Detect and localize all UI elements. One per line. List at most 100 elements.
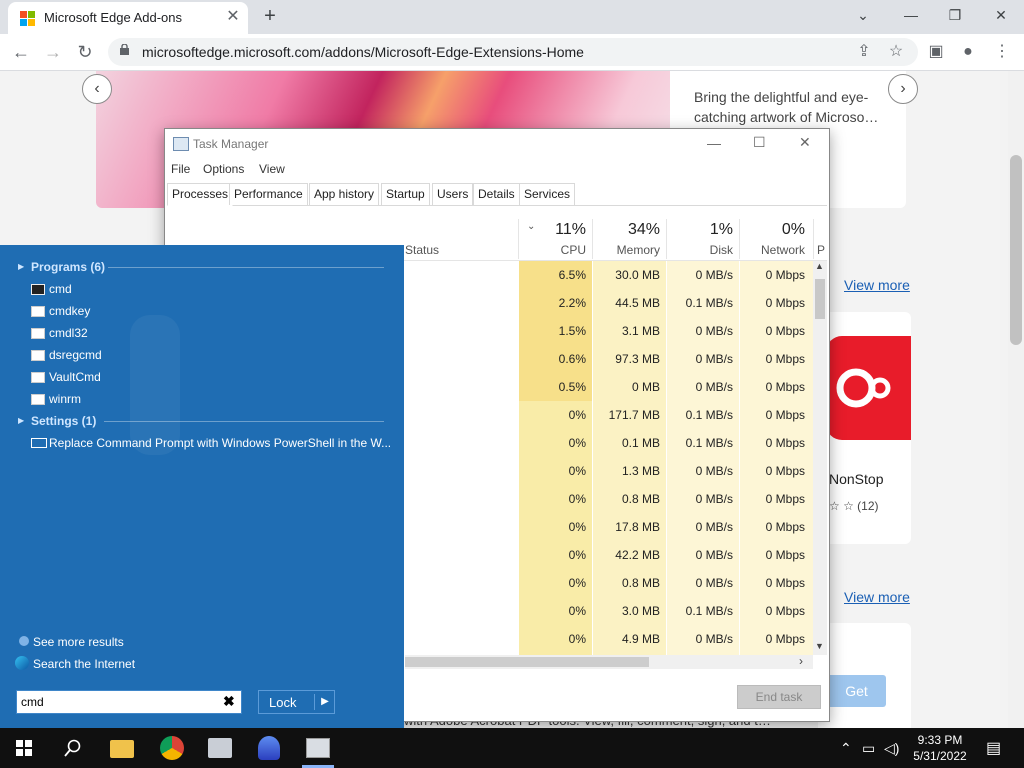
view-more-link-2[interactable]: View more: [844, 589, 910, 605]
windows-start-icon[interactable]: [16, 740, 32, 756]
cell-disk: 0 MB/s: [695, 520, 733, 534]
restore-icon[interactable]: ❐: [940, 4, 970, 28]
tm-close-icon[interactable]: ✕: [799, 134, 811, 151]
expand-settings-icon[interactable]: ▶: [18, 416, 24, 425]
tab-details[interactable]: Details: [473, 183, 520, 205]
program-cmdl32[interactable]: cmdl32: [49, 326, 88, 340]
profile-icon[interactable]: ●: [956, 40, 980, 64]
end-task-button[interactable]: End task: [737, 685, 821, 709]
network-icon[interactable]: ▭: [862, 740, 875, 757]
see-more-results-link[interactable]: See more results: [33, 635, 124, 649]
reload-icon[interactable]: ↻: [72, 40, 98, 64]
disk-percent[interactable]: 1%: [667, 221, 733, 239]
cell-net: 0 Mbps: [765, 576, 805, 590]
cell-mem: 42.2 MB: [615, 548, 660, 562]
back-icon[interactable]: ←: [8, 40, 34, 64]
program-vaultcmd[interactable]: VaultCmd: [49, 370, 101, 384]
tab-users[interactable]: Users: [432, 183, 474, 205]
task-manager-taskbar-icon[interactable]: [306, 738, 330, 758]
expand-programs-icon[interactable]: ▶: [18, 262, 24, 271]
program-dsregcmd[interactable]: dsregcmd: [49, 348, 102, 362]
menu-view[interactable]: View: [259, 162, 285, 176]
forward-icon[interactable]: →: [40, 40, 66, 64]
cpu-percent[interactable]: 11%: [519, 221, 586, 239]
cell-net: 0 Mbps: [765, 324, 805, 338]
carousel-next-icon[interactable]: ›: [888, 74, 918, 104]
server-manager-icon[interactable]: [208, 738, 232, 758]
col-network[interactable]: Network: [740, 243, 805, 257]
lock-button[interactable]: Lock ▶: [258, 690, 335, 714]
clock-date: 5/31/2022: [913, 749, 967, 763]
scroll-right-icon[interactable]: ›: [799, 654, 803, 668]
col-disk[interactable]: Disk: [667, 243, 733, 257]
tm-maximize-icon[interactable]: ☐: [753, 134, 766, 151]
process-vscroll-thumb[interactable]: [815, 279, 825, 319]
tm-minimize-icon[interactable]: —: [707, 135, 721, 151]
new-tab-button[interactable]: +: [258, 5, 282, 29]
col-cpu[interactable]: CPU: [519, 243, 586, 257]
file-explorer-icon[interactable]: [110, 740, 134, 758]
scroll-down-icon[interactable]: ▼: [815, 641, 824, 651]
power-options-arrow-icon[interactable]: ▶: [314, 694, 335, 710]
network-percent[interactable]: 0%: [740, 221, 805, 239]
program-winrm[interactable]: winrm: [49, 392, 81, 406]
menu-file[interactable]: File: [171, 162, 190, 176]
cell-mem: 4.9 MB: [621, 632, 660, 646]
tab-startup[interactable]: Startup: [381, 183, 430, 205]
program-cmdkey[interactable]: cmdkey: [49, 304, 90, 318]
tab-close-icon[interactable]: ✕: [224, 8, 242, 26]
col-power-partial[interactable]: P: [817, 243, 825, 257]
chrome-icon[interactable]: [160, 736, 184, 760]
view-more-link[interactable]: View more: [844, 277, 910, 293]
address-bar[interactable]: microsoftedge.microsoft.com/addons/Micro…: [108, 38, 918, 66]
cell-disk: 0 MB/s: [695, 268, 733, 282]
programs-header[interactable]: Programs (6): [31, 260, 105, 274]
tab-app-history[interactable]: App history: [309, 183, 380, 205]
search-icon[interactable]: [64, 739, 82, 757]
start-search-input[interactable]: cmd ✖: [16, 690, 242, 714]
page-scroll-thumb[interactable]: [1010, 155, 1022, 345]
cell-cpu: 0.5%: [558, 380, 586, 394]
cell-cpu: 0%: [568, 604, 586, 618]
sidebar-icon[interactable]: ▣: [924, 40, 948, 64]
notifications-icon[interactable]: ▤: [986, 738, 1001, 758]
clock[interactable]: 9:33 PM 5/31/2022: [908, 732, 972, 764]
volume-icon[interactable]: ◁): [884, 740, 899, 757]
settings-header[interactable]: Settings (1): [31, 414, 96, 428]
cell-disk: 0.1 MB/s: [685, 604, 733, 618]
cell-cpu: 6.5%: [558, 268, 586, 282]
scroll-up-icon[interactable]: ▲: [815, 261, 824, 271]
browser-tab[interactable]: Microsoft Edge Add-ons ✕: [8, 2, 248, 34]
get-button[interactable]: Get: [827, 675, 886, 707]
cell-cpu: 0%: [568, 464, 586, 478]
tab-search-icon[interactable]: ⌄: [848, 4, 878, 28]
tab-processes[interactable]: Processes: [167, 183, 234, 206]
minimize-icon[interactable]: —: [896, 4, 926, 28]
col-memory[interactable]: Memory: [593, 243, 660, 257]
cell-cpu: 0%: [568, 436, 586, 450]
tab-services[interactable]: Services: [519, 183, 576, 205]
cell-net: 0 Mbps: [765, 548, 805, 562]
hero-description: Bring the delightful and eye-catching ar…: [694, 89, 879, 125]
window-close-icon[interactable]: ✕: [986, 4, 1016, 28]
process-hscroll-thumb[interactable]: [405, 657, 649, 667]
setting-replace-cmd[interactable]: Replace Command Prompt with Windows Powe…: [49, 436, 391, 450]
task-manager-title: Task Manager: [193, 137, 269, 151]
tab-performance[interactable]: Performance: [229, 183, 308, 205]
bookmark-star-icon[interactable]: ☆: [884, 40, 908, 64]
search-results-icon: [19, 636, 29, 646]
carousel-prev-icon[interactable]: ‹: [82, 74, 112, 104]
share-icon[interactable]: ⇪: [852, 40, 876, 64]
col-status[interactable]: Status: [405, 243, 439, 257]
search-internet-link[interactable]: Search the Internet: [33, 657, 135, 671]
program-cmd[interactable]: cmd: [49, 282, 72, 296]
menu-icon[interactable]: ⋮: [990, 40, 1014, 64]
tray-chevron-icon[interactable]: ⌃: [840, 740, 852, 757]
menu-options[interactable]: Options: [203, 162, 244, 176]
memory-percent[interactable]: 34%: [593, 221, 660, 239]
cell-mem: 0.8 MB: [621, 576, 660, 590]
app-icon[interactable]: [258, 736, 280, 760]
process-vscrollbar[interactable]: [813, 261, 827, 655]
tm-tab-bar: Processes Performance App history Startu…: [167, 183, 827, 206]
clear-search-icon[interactable]: ✖: [223, 693, 235, 710]
